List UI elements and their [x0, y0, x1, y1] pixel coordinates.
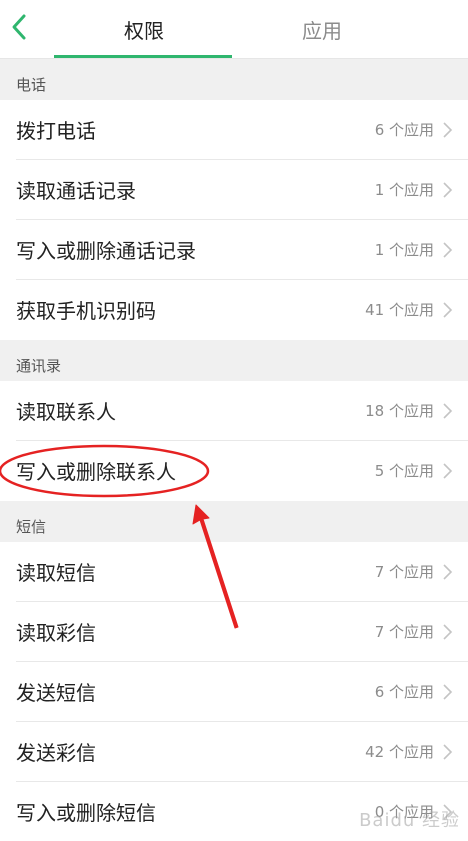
app-count: 5 个应用	[374, 462, 434, 480]
chevron-right-icon	[443, 744, 453, 760]
permission-label: 读取彩信	[16, 621, 96, 645]
permission-label: 获取手机识别码	[16, 299, 156, 323]
chevron-right-icon	[443, 122, 453, 138]
permission-row-write-contacts[interactable]: 写入或删除联系人 5 个应用	[0, 441, 468, 501]
app-count: 41 个应用	[365, 301, 434, 319]
permission-label: 写入或删除通话记录	[16, 239, 196, 263]
app-count: 1 个应用	[374, 241, 434, 259]
permission-label: 读取联系人	[16, 400, 116, 424]
chevron-right-icon	[443, 302, 453, 318]
permission-row-read-sms[interactable]: 读取短信 7 个应用	[0, 542, 468, 602]
app-count: 7 个应用	[374, 563, 434, 581]
permission-label: 写入或删除短信	[16, 801, 156, 825]
section-title: 短信	[16, 518, 47, 536]
permission-row-read-mms[interactable]: 读取彩信 7 个应用	[0, 602, 468, 662]
chevron-right-icon	[443, 684, 453, 700]
permission-row-send-mms[interactable]: 发送彩信 42 个应用	[0, 722, 468, 782]
permission-row-read-call-log[interactable]: 读取通话记录 1 个应用	[0, 160, 468, 220]
permission-label: 发送彩信	[16, 741, 96, 765]
permission-row-send-sms[interactable]: 发送短信 6 个应用	[0, 662, 468, 722]
section-header-phone: 电话	[0, 59, 468, 100]
tab-apps[interactable]: 应用	[232, 0, 412, 58]
chevron-right-icon	[443, 182, 453, 198]
chevron-right-icon	[443, 564, 453, 580]
section-header-sms: 短信	[0, 501, 468, 542]
app-count: 6 个应用	[374, 121, 434, 139]
back-button[interactable]	[6, 10, 32, 44]
tab-indicator	[54, 55, 232, 58]
app-count: 18 个应用	[365, 402, 434, 420]
app-count: 1 个应用	[374, 181, 434, 199]
permission-row-make-calls[interactable]: 拨打电话 6 个应用	[0, 100, 468, 160]
chevron-right-icon	[443, 242, 453, 258]
section-title: 电话	[16, 76, 47, 94]
permission-label: 读取通话记录	[16, 179, 136, 203]
chevron-left-icon	[12, 14, 26, 40]
tab-permissions[interactable]: 权限	[54, 0, 234, 58]
app-count: 6 个应用	[374, 683, 434, 701]
permission-label: 写入或删除联系人	[16, 460, 176, 484]
section-header-contacts: 通讯录	[0, 340, 468, 381]
chevron-right-icon	[443, 403, 453, 419]
permission-label: 读取短信	[16, 561, 96, 585]
chevron-right-icon	[443, 624, 453, 640]
permission-row-read-contacts[interactable]: 读取联系人 18 个应用	[0, 381, 468, 441]
section-title: 通讯录	[16, 357, 62, 375]
permission-row-write-call-log[interactable]: 写入或删除通话记录 1 个应用	[0, 220, 468, 280]
watermark: Baidu 经验	[359, 810, 460, 831]
permission-row-device-id[interactable]: 获取手机识别码 41 个应用	[0, 280, 468, 340]
app-count: 7 个应用	[374, 623, 434, 641]
permission-label: 发送短信	[16, 681, 96, 705]
app-count: 42 个应用	[365, 743, 434, 761]
chevron-right-icon	[443, 463, 453, 479]
top-bar: 权限 应用	[0, 0, 468, 59]
permission-label: 拨打电话	[16, 119, 96, 143]
